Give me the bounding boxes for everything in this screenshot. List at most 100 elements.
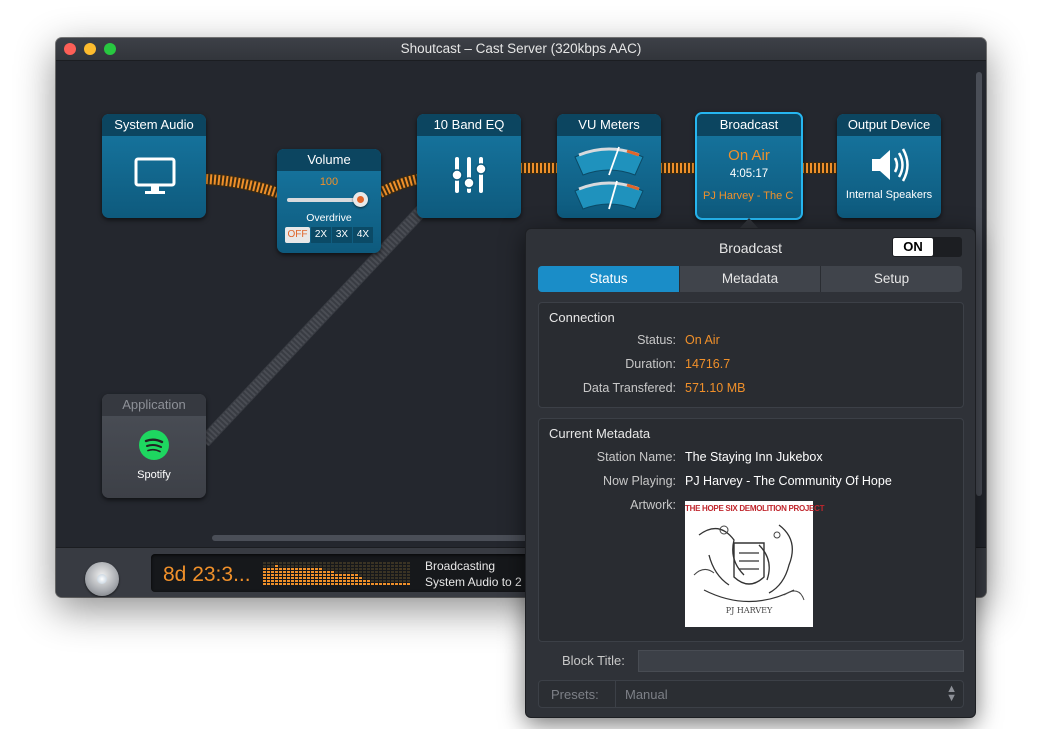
meter-segment [387,562,390,564]
meter-segment [347,568,350,570]
meter-segment [307,562,310,564]
meter-segment [335,574,338,576]
meter-segment [291,580,294,582]
meter-segment [395,580,398,582]
meter-segment [371,571,374,573]
meter-segment [351,583,354,585]
wire-volume-to-eq [380,173,418,199]
output-device-node[interactable]: Output Device Internal Speakers [837,114,941,218]
vu-meters-node[interactable]: VU Meters [557,114,661,218]
meter-segment [347,571,350,573]
meter-segment [335,565,338,567]
meter-segment [399,577,402,579]
tab-status[interactable]: Status [538,266,679,292]
broadcast-toggle[interactable]: ON [892,237,962,257]
meter-segment [367,562,370,564]
block-title-input[interactable] [638,650,964,672]
meter-segment [395,562,398,564]
monitor-icon [134,157,176,194]
meter-segment [295,577,298,579]
tab-setup[interactable]: Setup [821,266,962,292]
meter-segment [343,583,346,585]
meter-segment [379,568,382,570]
overdrive-3x-button[interactable]: 3X [332,227,352,243]
eq-node[interactable]: 10 Band EQ [417,114,521,218]
volume-node[interactable]: Volume 100 Overdrive OFF 2X 3X 4X [277,149,381,253]
meter-segment [315,571,318,573]
meter-segment [407,571,410,573]
meter-segment [319,562,322,564]
meter-segment [375,580,378,582]
node-title: Output Device [837,114,941,136]
meter-segment [387,565,390,567]
meter-segment [363,562,366,564]
overdrive-4x-button[interactable]: 4X [353,227,373,243]
meter-segment [351,577,354,579]
meter-segment [387,574,390,576]
meter-segment [303,574,306,576]
meter-segment [395,583,398,585]
meter-segment [363,574,366,576]
meter-segment [291,583,294,585]
meter-segment [359,583,362,585]
meter-segment [291,577,294,579]
meter-segment [271,568,274,570]
output-device-name: Internal Speakers [845,189,933,201]
meter-segment [395,577,398,579]
meter-segment [355,571,358,573]
application-node[interactable]: Application Spotify [102,394,206,498]
meter-segment [403,571,406,573]
broadcast-popover: Broadcast ON Status Metadata Setup Conne… [525,228,976,718]
meter-segment [371,577,374,579]
meter-segment [311,562,314,564]
overdrive-off-button[interactable]: OFF [285,227,310,243]
meter-segment [375,565,378,567]
node-title: Broadcast [697,114,801,136]
meter-segment [347,565,350,567]
meter-segment [379,583,382,585]
meter-segment [307,568,310,570]
meter-segment [263,565,266,567]
meter-segment [299,574,302,576]
presets-value: Manual [625,687,668,702]
meter-segment [375,568,378,570]
meter-segment [275,574,278,576]
equalizer-sliders-icon [451,157,487,193]
meter-segment [291,565,294,567]
vertical-scrollbar[interactable] [976,72,982,496]
station-name-label: Station Name: [596,450,676,464]
meter-segment [395,574,398,576]
broadcast-node[interactable]: Broadcast On Air 4:05:17 PJ Harvey - The… [695,112,803,220]
horizontal-scrollbar[interactable] [212,535,532,541]
presets-select[interactable]: Presets: Manual ▲ ▼ [538,680,964,708]
overdrive-label: Overdrive [306,212,352,224]
overdrive-2x-button[interactable]: 2X [311,227,331,243]
meter-segment [295,583,298,585]
metadata-title: Current Metadata [549,426,651,441]
meter-segment [339,571,342,573]
meter-segment [311,568,314,570]
meter-segment [403,574,406,576]
meter-segment [403,580,406,582]
meter-segment [399,580,402,582]
meter-segment [379,565,382,567]
meter-segment [347,577,350,579]
meter-segment [307,580,310,582]
meter-segment [347,583,350,585]
meter-segment [351,580,354,582]
meter-segment [371,562,374,564]
meter-segment [295,574,298,576]
meter-segment [403,577,406,579]
meter-segment [391,571,394,573]
record-button[interactable] [85,562,119,596]
meter-segment [315,562,318,564]
tab-metadata[interactable]: Metadata [680,266,820,292]
meter-segment [267,577,270,579]
title-bar[interactable]: Shoutcast – Cast Server (320kbps AAC) [56,38,986,61]
volume-slider-knob[interactable] [353,192,368,207]
meter-segment [307,583,310,585]
meter-segment [355,583,358,585]
meter-segment [395,568,398,570]
system-audio-node[interactable]: System Audio [102,114,206,218]
meter-segment [363,583,366,585]
